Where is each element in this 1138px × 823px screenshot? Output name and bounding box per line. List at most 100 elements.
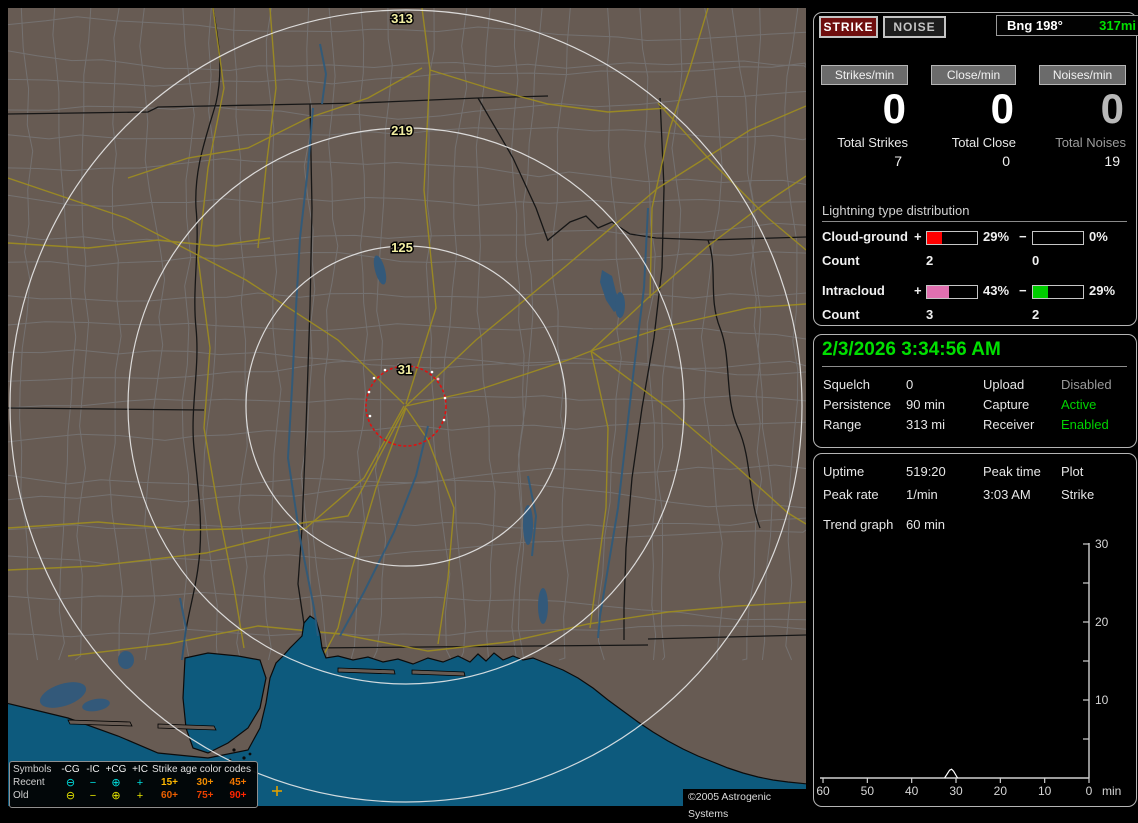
legend-age-title: Strike age color codes [152,763,251,775]
total-close-value: 0 [1002,153,1010,169]
age-code-90: 90+ [229,789,247,801]
capture-status: Active [1061,397,1097,412]
cg-negative-count: 0 [1032,253,1040,268]
legend-col-pos-ic: +IC [132,763,148,775]
total-close-label: Total Close [951,135,1016,150]
noise-button[interactable]: NOISE [883,16,946,38]
cg-positive-bar [926,231,978,245]
intracloud-row: Intracloud + 43% − 29% [814,283,1136,299]
distribution-title: Lightning type distribution [822,203,1127,222]
close-counter-column: Close/min 0 Total Close 0 [931,65,1016,169]
persistence-label: Persistence [823,397,891,412]
peak-time-value: 3:03 AM [983,487,1031,502]
recent-neg-cg-icon: ⊖ [65,776,76,789]
datetime-display: 2/3/2026 3:34:56 AM [822,339,1001,360]
lightning-map[interactable]: 313 219 125 31 [8,8,806,806]
age-code-45: 45+ [229,776,247,788]
status-panel: 2/3/2026 3:34:56 AM Squelch 0 Upload Dis… [813,334,1137,448]
trend-axis-label: 10 [1095,693,1109,707]
old-pos-cg-icon: ⊕ [111,789,121,802]
noises-per-min-button[interactable]: Noises/min [1039,65,1126,85]
trend-axis-label: 60 [816,784,830,798]
ic-negative-count: 2 [1032,307,1040,322]
old-neg-cg-icon: ⊖ [65,789,76,802]
strikes-counter-column: Strikes/min 0 Total Strikes 7 [821,65,908,169]
trend-axis-label: min [1102,784,1121,798]
cloud-ground-label: Cloud-ground [822,229,908,244]
close-per-min-button[interactable]: Close/min [931,65,1016,85]
trend-graph-label: Trend graph [823,517,894,532]
recent-pos-cg-icon: ⊕ [111,776,121,789]
recent-pos-ic-icon: + [136,776,144,789]
capture-label: Capture [983,397,1030,412]
trend-peak-bump [944,768,959,779]
ring-label-219: 219 [391,123,413,138]
recent-neg-ic-icon: − [89,776,97,789]
upload-label: Upload [983,377,1025,392]
ic-positive-bar [926,285,978,299]
ic-negative-pct: 29% [1089,283,1116,298]
plot-label: Plot [1061,464,1084,479]
intracloud-label: Intracloud [822,283,885,298]
cloud-ground-row: Cloud-ground + 29% − 0% [814,229,1136,245]
ring-label-31: 31 [398,362,412,377]
bearing-label: Bng 198° [1007,18,1063,33]
ic-positive-count: 3 [926,307,934,322]
cloud-ground-count-row: Count 2 0 [814,253,1136,269]
trend-axis-label: 30 [1095,537,1109,551]
old-pos-ic-icon: + [136,789,144,802]
total-noises-label: Total Noises [1055,135,1126,150]
trend-graph-window: 60 min [906,517,946,532]
cg-negative-pct: 0% [1089,229,1108,244]
trend-axis-label: 0 [1086,784,1093,798]
trend-graph: 30 20 10 60 50 40 30 20 10 0 min [816,537,1121,798]
legend-col-neg-ic: -IC [86,763,100,775]
peak-rate-value: 1/min [906,487,938,502]
peak-rate-label: Peak rate [823,487,879,502]
bearing-range-value: 317mi [1099,18,1136,33]
upload-status: Disabled [1061,377,1112,392]
count-label: Count [822,253,860,268]
legend-recent-label: Recent [13,776,45,788]
age-code-15: 15+ [161,776,178,788]
trend-axis-label: 30 [949,784,963,798]
strikes-per-min-button[interactable]: Strikes/min [821,65,908,85]
trend-axis-label: 40 [905,784,919,798]
total-noises-value: 19 [1104,153,1120,169]
strike-counters-panel: STRIKE NOISE Bng 198° 317mi Strikes/min … [813,12,1138,326]
trend-axis-label: 50 [861,784,875,798]
total-strikes-value: 7 [894,153,902,169]
close-per-min-value: 0 [990,85,1014,132]
legend-old-label: Old [13,789,29,801]
noises-per-min-value: 0 [1100,85,1124,132]
ring-label-125: 125 [391,240,413,255]
uptime-label: Uptime [823,464,865,479]
receiver-label: Receiver [983,417,1035,432]
cg-positive-count: 2 [926,253,934,268]
ring-label-313: 313 [391,11,413,26]
old-neg-ic-icon: − [89,789,97,802]
intracloud-count-row: Count 3 2 [814,307,1136,323]
legend-col-pos-cg: +CG [105,763,127,775]
map-legend: Symbols -CG -IC +CG +IC Strike age color… [9,761,258,808]
persistence-value: 90 min [906,397,946,412]
legend-symbols-label: Symbols [13,763,52,775]
plus-sign: + [914,283,922,298]
ic-positive-pct: 43% [983,283,1010,298]
squelch-label: Squelch [823,377,870,392]
receiver-status: Enabled [1061,417,1109,432]
uptime-value: 519:20 [906,464,946,479]
minus-sign: − [1019,229,1027,244]
cg-positive-pct: 29% [983,229,1010,244]
strike-button[interactable]: STRIKE [819,16,878,38]
age-code-30: 30+ [196,776,214,788]
squelch-value: 0 [906,377,914,392]
plot-mode-value: Strike [1061,487,1095,502]
count-label: Count [822,307,860,322]
copyright-label: ©2005 Astrogenic Systems [683,789,811,820]
total-strikes-label: Total Strikes [837,135,908,150]
age-code-75: 75+ [196,789,214,801]
strikes-per-min-value: 0 [882,85,906,132]
range-label: Range [823,417,862,432]
range-value: 313 mi [906,417,946,432]
